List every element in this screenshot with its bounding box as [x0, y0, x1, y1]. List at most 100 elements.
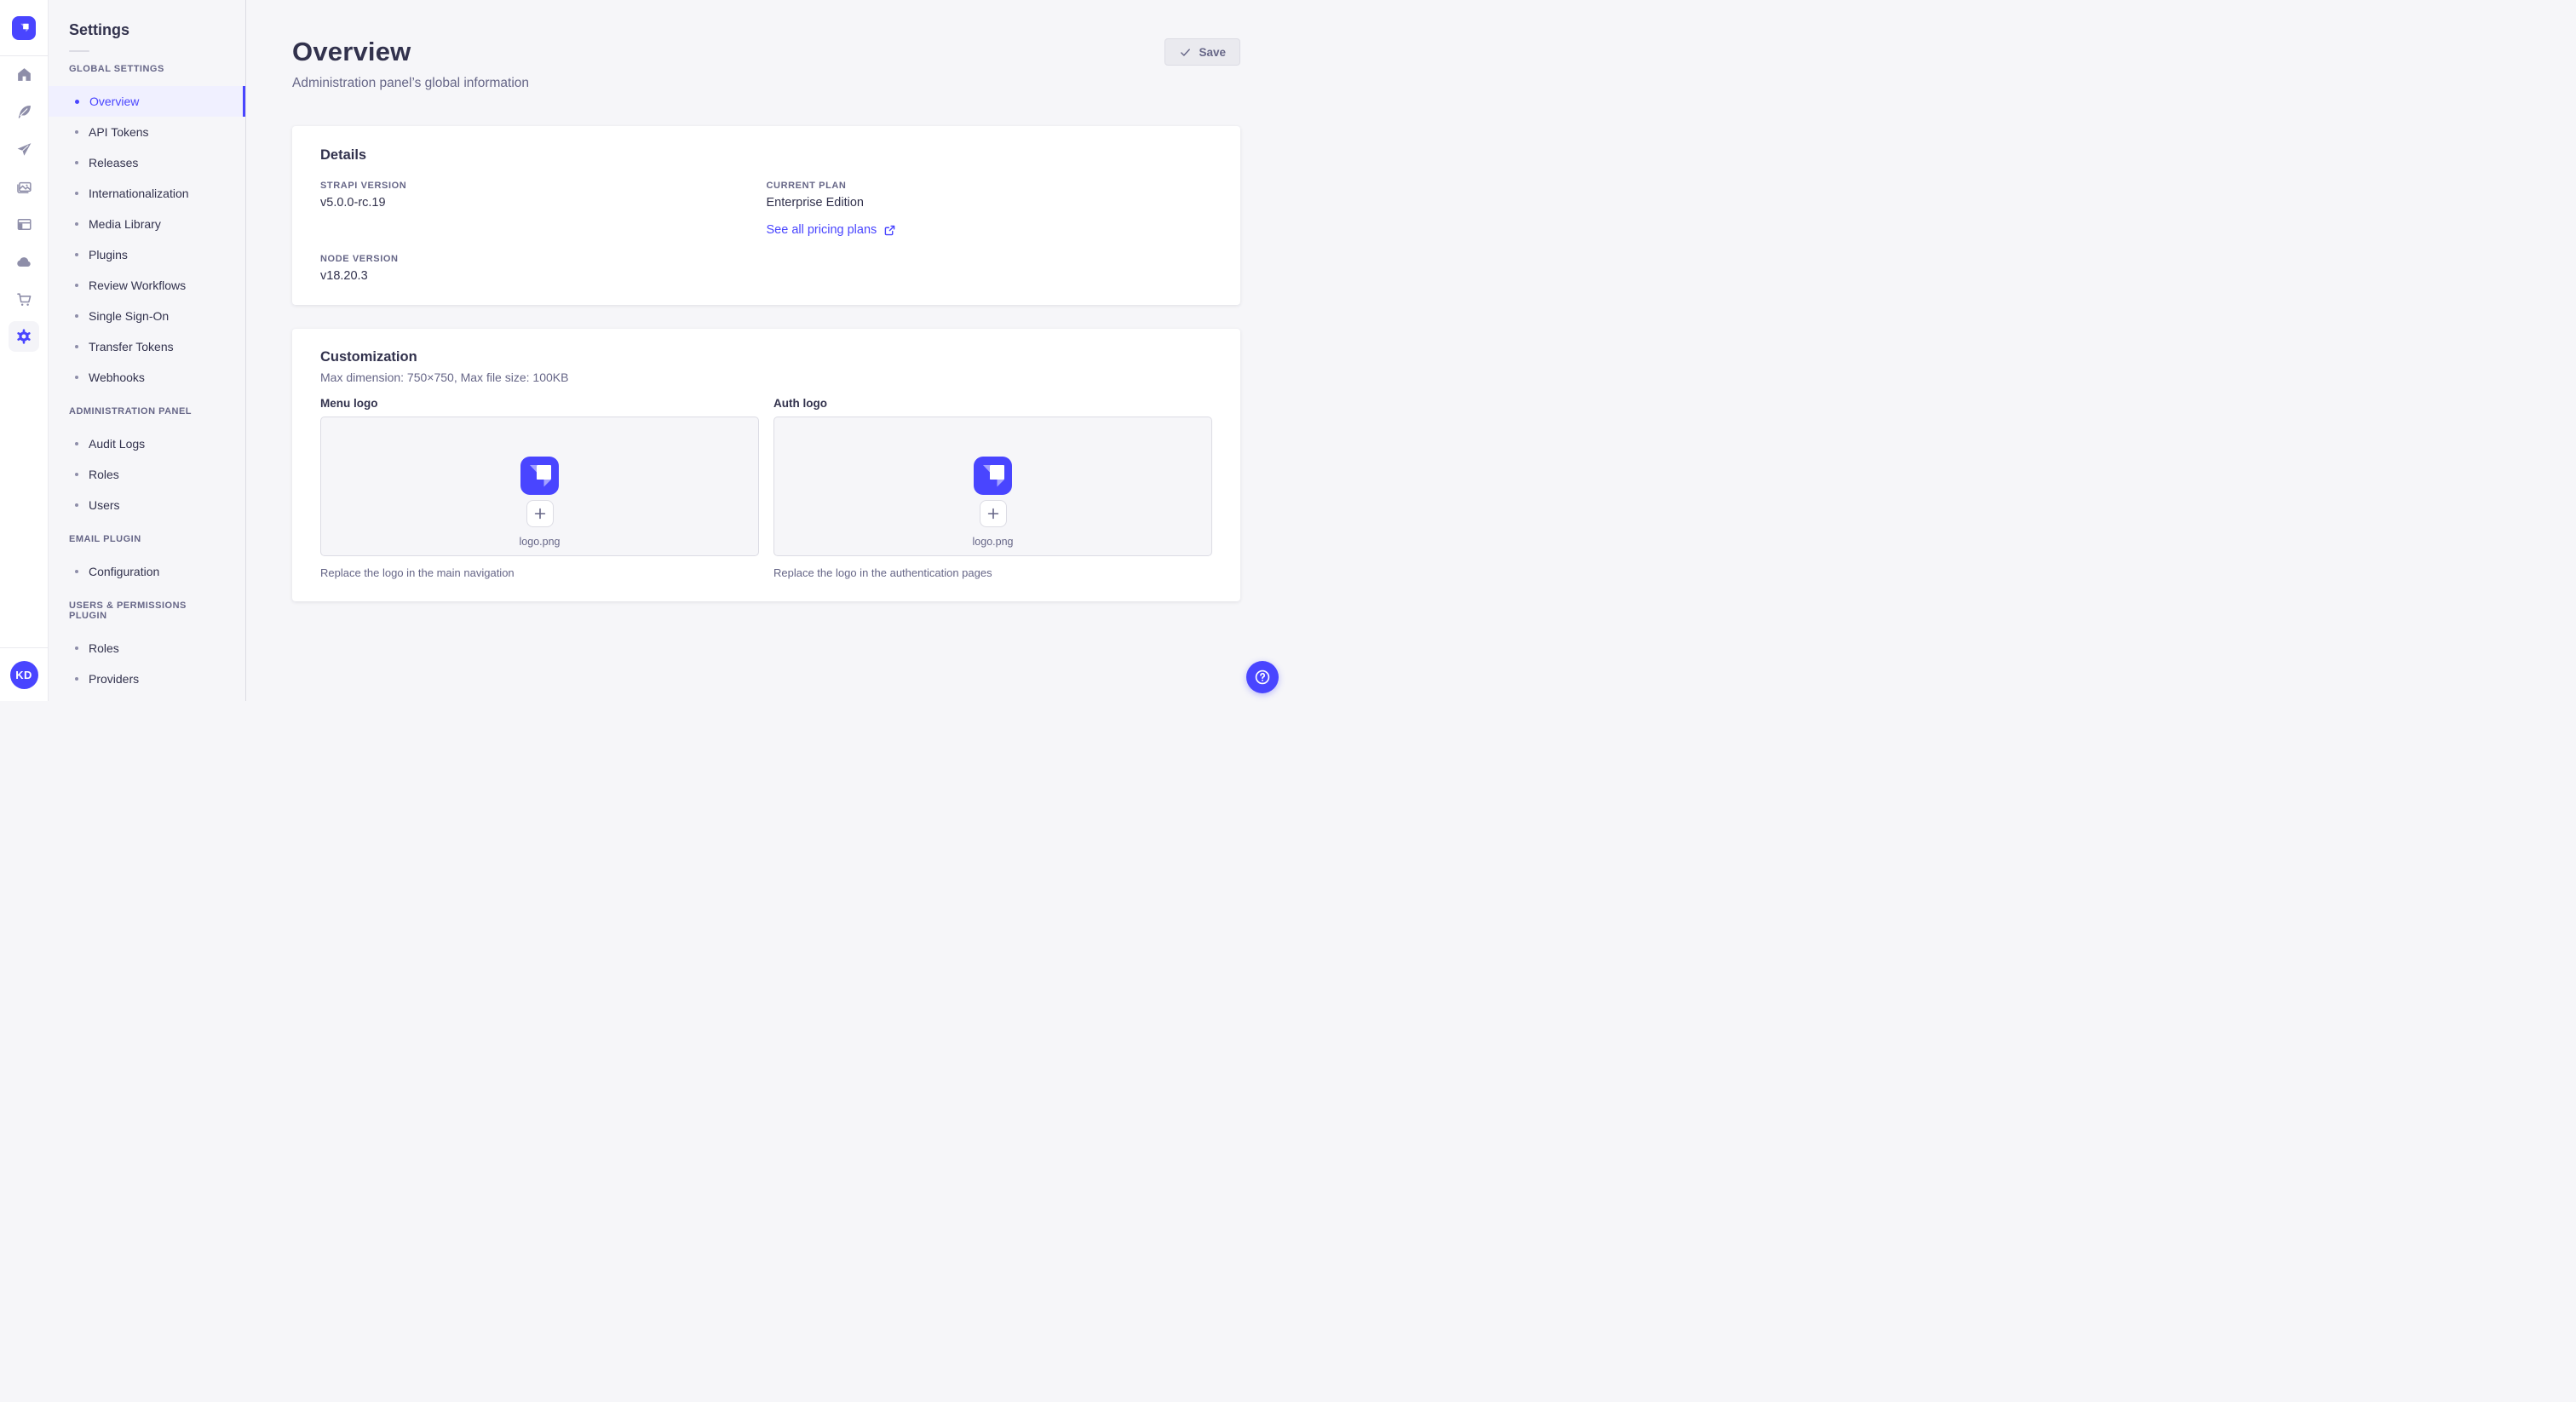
subnav-item-label: API Tokens [89, 125, 149, 139]
question-mark-icon [1253, 668, 1272, 687]
section-label: GLOBAL SETTINGS [69, 64, 164, 74]
strapi-version-field: STRAPI VERSION v5.0.0-rc.19 [320, 181, 767, 210]
plus-icon [986, 507, 1000, 520]
field-label: CURRENT PLAN [766, 181, 847, 191]
details-card: Details STRAPI VERSION v5.0.0-rc.19 NODE… [292, 126, 1240, 305]
bullet-icon [75, 314, 78, 318]
cloud-button[interactable] [9, 246, 39, 277]
subnav-item-releases[interactable]: Releases [49, 147, 245, 178]
auth-logo-hint: Replace the logo in the authentication p… [773, 566, 992, 579]
subnav-item-api-tokens[interactable]: API Tokens [49, 117, 245, 147]
subnav-item-plugins[interactable]: Plugins [49, 239, 245, 270]
cloud-icon [14, 252, 33, 271]
bullet-icon [75, 677, 78, 681]
subnav-item-up-roles[interactable]: Roles [49, 633, 245, 664]
bullet-icon [75, 253, 78, 256]
subnav-item-admin-roles[interactable]: Roles [49, 459, 245, 490]
subnav-item-single-sign-on[interactable]: Single Sign-On [49, 301, 245, 331]
content-manager-button[interactable] [9, 209, 39, 239]
subnav-item-audit-logs[interactable]: Audit Logs [49, 428, 245, 459]
details-left-column: STRAPI VERSION v5.0.0-rc.19 NODE VERSION… [320, 181, 767, 283]
details-right-column: CURRENT PLAN Enterprise Edition See all … [767, 181, 1213, 283]
upload-label: Menu logo [320, 397, 378, 410]
subnav-item-label: Roles [89, 641, 119, 655]
marketplace-button[interactable] [9, 284, 39, 314]
strapi-logo-icon [974, 457, 1012, 495]
avatar[interactable]: KD [9, 661, 38, 689]
subnav-item-configuration[interactable]: Configuration [49, 556, 245, 587]
page-header: Overview Administration panel’s global i… [247, 0, 1288, 91]
subnav-item-label: Audit Logs [89, 437, 146, 451]
save-button[interactable]: Save [1164, 38, 1240, 66]
field-label: NODE VERSION [320, 254, 399, 264]
subnav-item-transfer-tokens[interactable]: Transfer Tokens [49, 331, 245, 362]
check-icon [1179, 46, 1192, 59]
avatar-initials: KD [15, 669, 32, 681]
subnav-item-label: Plugins [89, 248, 128, 261]
subnav-item-overview[interactable]: Overview [49, 86, 245, 117]
subnav-item-label: Transfer Tokens [89, 340, 174, 353]
add-menu-logo-button[interactable] [526, 500, 554, 527]
page-title: Overview [292, 37, 411, 66]
deploy-button[interactable] [9, 134, 39, 164]
subnav-section-email-plugin: EMAIL PLUGIN Configuration [49, 534, 245, 587]
rail-logo-area [0, 0, 48, 56]
section-label: EMAIL PLUGIN [69, 534, 141, 544]
subnav-item-webhooks[interactable]: Webhooks [49, 362, 245, 393]
auth-logo-upload: Auth logo logo.png Replace the logo in t… [773, 397, 1212, 579]
strapi-logo-button[interactable] [12, 15, 36, 40]
field-label: STRAPI VERSION [320, 181, 407, 191]
media-library-button[interactable] [9, 171, 39, 202]
subnav-item-label: Internationalization [89, 187, 189, 200]
bullet-icon [75, 376, 78, 379]
main-content: Overview Administration panel’s global i… [247, 0, 1288, 701]
bullet-icon [75, 345, 78, 348]
pricing-plans-link[interactable]: See all pricing plans [767, 223, 896, 237]
subnav-item-label: Configuration [89, 565, 160, 578]
subnav-item-review-workflows[interactable]: Review Workflows [49, 270, 245, 301]
bullet-icon [75, 473, 78, 476]
subnav-item-users[interactable]: Users [49, 490, 245, 520]
auth-logo-filename: logo.png [972, 536, 1014, 548]
plus-icon [533, 507, 547, 520]
bullet-icon [75, 503, 78, 507]
pictures-icon [15, 178, 33, 196]
subnav-item-label: Webhooks [89, 371, 145, 384]
layout-icon [15, 215, 33, 233]
gear-icon [14, 327, 33, 346]
subnav-item-label: Media Library [89, 217, 161, 231]
field-value: v5.0.0-rc.19 [320, 196, 386, 210]
pricing-plans-link-label: See all pricing plans [766, 223, 877, 237]
auth-logo-dropzone[interactable]: logo.png [773, 417, 1212, 556]
subnav-item-providers[interactable]: Providers [49, 664, 245, 694]
subnav-header: Settings [49, 0, 245, 52]
subnav-item-label: Providers [89, 672, 140, 686]
subnav-item-label: Overview [89, 95, 140, 108]
subnav-item-label: Single Sign-On [89, 309, 170, 323]
main-nav-rail: KD [0, 0, 49, 701]
customization-card-subtitle: Max dimension: 750×750, Max file size: 1… [320, 371, 569, 384]
node-version-field: NODE VERSION v18.20.3 [320, 254, 767, 283]
current-plan-field: CURRENT PLAN Enterprise Edition [767, 181, 1213, 210]
help-button[interactable] [1246, 661, 1279, 693]
external-link-icon [884, 225, 895, 236]
customization-card-title: Customization [320, 349, 417, 365]
subnav-item-internationalization[interactable]: Internationalization [49, 178, 245, 209]
bullet-icon [75, 284, 78, 287]
settings-button[interactable] [9, 321, 39, 352]
details-card-title: Details [320, 147, 367, 163]
subnav-item-label: Roles [89, 468, 119, 481]
bullet-icon [75, 570, 78, 573]
save-button-label: Save [1199, 45, 1226, 59]
add-auth-logo-button[interactable] [979, 500, 1007, 527]
subnav-item-label: Users [89, 498, 120, 512]
field-value: v18.20.3 [320, 269, 368, 283]
menu-logo-hint: Replace the logo in the main navigation [320, 566, 515, 579]
subnav-item-label: Releases [89, 156, 139, 170]
section-label: ADMINISTRATION PANEL [69, 406, 193, 417]
home-button[interactable] [9, 59, 39, 89]
menu-logo-dropzone[interactable]: logo.png [320, 417, 759, 556]
paper-plane-icon [15, 141, 33, 158]
content-type-builder-button[interactable] [9, 96, 39, 127]
subnav-item-media-library[interactable]: Media Library [49, 209, 245, 239]
